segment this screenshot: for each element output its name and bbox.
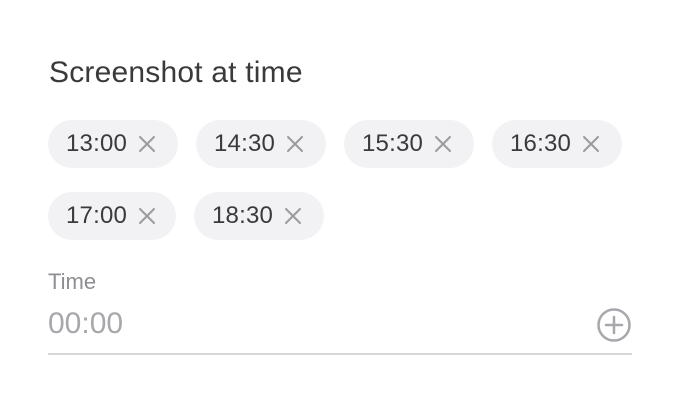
time-chip[interactable]: 15:30 xyxy=(344,120,474,168)
time-chip-label: 17:00 xyxy=(66,202,128,229)
close-icon[interactable] xyxy=(283,206,303,226)
screenshot-time-panel: Screenshot at time 13:00 14:30 15:30 16:… xyxy=(0,0,680,404)
time-chip[interactable]: 16:30 xyxy=(492,120,622,168)
time-chip[interactable]: 13:00 xyxy=(48,120,178,168)
close-icon[interactable] xyxy=(433,134,453,154)
time-chip[interactable]: 17:00 xyxy=(48,192,176,240)
time-chip-label: 14:30 xyxy=(214,130,276,157)
time-chip-label: 13:00 xyxy=(66,130,128,157)
input-underline xyxy=(48,353,632,355)
close-icon[interactable] xyxy=(137,134,157,154)
time-field-label: Time xyxy=(48,269,97,294)
close-icon[interactable] xyxy=(137,206,157,226)
time-chip-label: 18:30 xyxy=(212,202,274,229)
time-chip-label: 16:30 xyxy=(510,130,572,157)
time-chip[interactable]: 14:30 xyxy=(196,120,326,168)
section-title: Screenshot at time xyxy=(49,56,303,89)
plus-circle-icon[interactable] xyxy=(596,307,632,343)
time-chip-label: 15:30 xyxy=(362,130,424,157)
time-input[interactable] xyxy=(48,303,578,345)
time-chip[interactable]: 18:30 xyxy=(194,192,324,240)
close-icon[interactable] xyxy=(285,134,305,154)
close-icon[interactable] xyxy=(581,134,601,154)
